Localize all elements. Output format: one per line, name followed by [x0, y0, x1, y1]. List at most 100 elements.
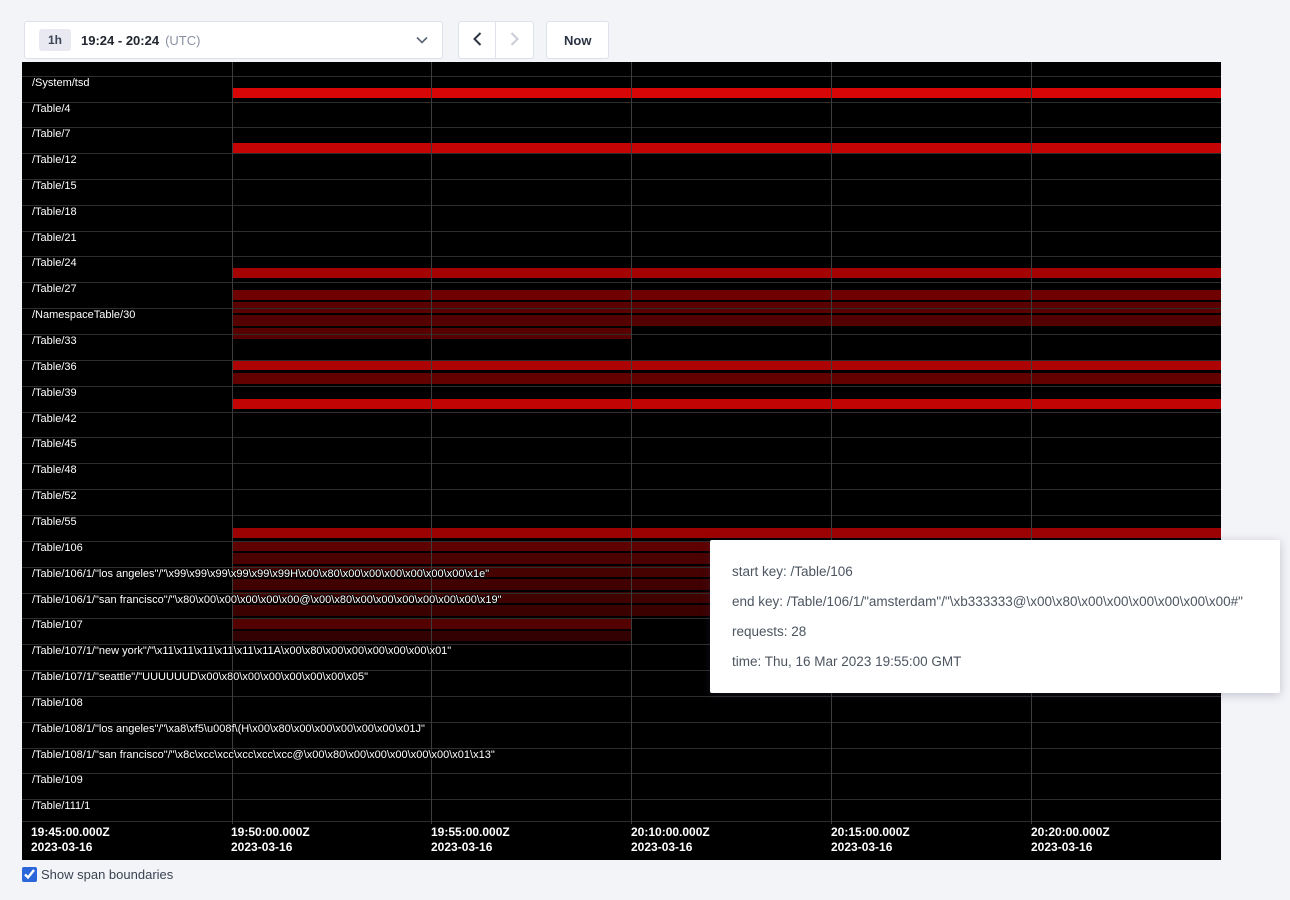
show-span-boundaries-label: Show span boundaries	[41, 867, 173, 882]
axis-time: 20:20:00.000Z	[1031, 825, 1110, 840]
row-label: /Table/18	[32, 206, 77, 218]
row-label: /Table/108	[32, 697, 83, 709]
tooltip-start-key: start key: /Table/106	[732, 563, 1258, 580]
row-label: /Table/15	[32, 180, 77, 192]
span-boundaries-control: Show span boundaries	[22, 867, 173, 882]
time-bucket-gridline	[1031, 62, 1032, 824]
row-label: /Table/107/1/"new york"/"\x11\x11\x11\x1…	[32, 645, 451, 657]
span-boundary-line	[22, 308, 1221, 309]
row-label: /Table/21	[32, 232, 77, 244]
row-label: /Table/4	[32, 103, 71, 115]
span-boundary-line	[22, 282, 1221, 283]
heat-band[interactable]	[232, 373, 1221, 384]
hover-tooltip: start key: /Table/106 end key: /Table/10…	[710, 540, 1280, 693]
row-label: /Table/52	[32, 490, 77, 502]
tooltip-requests: requests: 28	[732, 623, 1258, 640]
span-boundary-line	[22, 231, 1221, 232]
row-label: /Table/107	[32, 619, 83, 631]
row-label: /Table/33	[32, 335, 77, 347]
axis-date: 2023-03-16	[31, 840, 110, 855]
heat-band[interactable]	[232, 528, 1221, 538]
span-boundary-line	[22, 179, 1221, 180]
row-label: /Table/27	[32, 283, 77, 295]
row-label: /Table/7	[32, 128, 71, 140]
heat-band[interactable]	[232, 88, 1221, 98]
time-bucket-gridline	[232, 62, 233, 824]
heatmap-canvas[interactable]: /System/tsd/Table/4/Table/7/Table/12/Tab…	[22, 62, 1221, 860]
span-boundary-line	[22, 386, 1221, 387]
heat-band[interactable]	[232, 290, 1221, 300]
row-label: /System/tsd	[32, 77, 89, 89]
span-boundary-line	[22, 463, 1221, 464]
chevron-left-icon	[473, 32, 482, 49]
span-boundary-line	[22, 489, 1221, 490]
span-boundary-line	[22, 127, 1221, 128]
axis-time: 20:15:00.000Z	[831, 825, 910, 840]
tooltip-time: time: Thu, 16 Mar 2023 19:55:00 GMT	[732, 653, 1258, 670]
row-label: /Table/24	[32, 257, 77, 269]
axis-date: 2023-03-16	[831, 840, 910, 855]
row-label: /Table/48	[32, 464, 77, 476]
heat-band[interactable]	[232, 268, 1221, 278]
time-axis-tick: 20:10:00.000Z2023-03-16	[631, 825, 710, 855]
row-label: /Table/39	[32, 387, 77, 399]
span-boundary-line	[22, 773, 1221, 774]
span-boundary-line	[22, 696, 1221, 697]
axis-date: 2023-03-16	[431, 840, 510, 855]
axis-time: 19:45:00.000Z	[31, 825, 110, 840]
range-timezone: (UTC)	[165, 33, 200, 48]
chevron-right-icon	[510, 32, 519, 49]
time-bucket-gridline	[631, 62, 632, 824]
row-label: /Table/106/1/"san francisco"/"\x80\x00\x…	[32, 594, 502, 606]
time-bucket-gridline	[831, 62, 832, 824]
span-boundary-line	[22, 412, 1221, 413]
span-boundary-line	[22, 102, 1221, 103]
span-boundary-line	[22, 76, 1221, 77]
key-visualizer-page: 1h 19:24 - 20:24 (UTC) Now /System/tsd/T…	[0, 0, 1290, 900]
span-boundary-line	[22, 515, 1221, 516]
heat-band[interactable]	[232, 360, 1221, 370]
span-boundary-line	[22, 256, 1221, 257]
time-axis-tick: 19:55:00.000Z2023-03-16	[431, 825, 510, 855]
span-boundary-line	[22, 205, 1221, 206]
row-label: /Table/12	[32, 154, 77, 166]
next-range-button[interactable]	[496, 21, 534, 59]
span-boundary-line	[22, 153, 1221, 154]
axis-date: 2023-03-16	[631, 840, 710, 855]
time-axis-tick: 19:45:00.000Z2023-03-16	[31, 825, 110, 855]
row-label: /Table/108/1/"los angeles"/"\xa8\xf5\u00…	[32, 723, 425, 735]
time-axis-tick: 20:15:00.000Z2023-03-16	[831, 825, 910, 855]
row-label: /Table/106	[32, 542, 83, 554]
tooltip-end-key: end key: /Table/106/1/"amsterdam"/"\xb33…	[732, 593, 1258, 610]
range-nav-group	[458, 21, 534, 59]
span-boundary-line	[22, 821, 1221, 822]
row-label: /Table/45	[32, 438, 77, 450]
range-text: 19:24 - 20:24	[81, 33, 159, 48]
range-duration-badge: 1h	[39, 29, 71, 51]
row-label: /Table/55	[32, 516, 77, 528]
heat-band[interactable]	[232, 315, 1221, 326]
span-boundary-line	[22, 437, 1221, 438]
axis-time: 20:10:00.000Z	[631, 825, 710, 840]
axis-time: 19:55:00.000Z	[431, 825, 510, 840]
span-boundary-line	[22, 799, 1221, 800]
row-label: /NamespaceTable/30	[32, 309, 135, 321]
row-label: /Table/42	[32, 413, 77, 425]
toolbar: 1h 19:24 - 20:24 (UTC) Now	[24, 21, 609, 59]
show-span-boundaries-checkbox[interactable]	[22, 867, 37, 882]
span-boundary-line	[22, 334, 1221, 335]
row-label: /Table/108/1/"san francisco"/"\x8c\xcc\x…	[32, 749, 495, 761]
prev-range-button[interactable]	[458, 21, 496, 59]
heat-band[interactable]	[232, 143, 1221, 153]
axis-date: 2023-03-16	[231, 840, 310, 855]
time-axis-tick: 20:20:00.000Z2023-03-16	[1031, 825, 1110, 855]
row-label: /Table/106/1/"los angeles"/"\x99\x99\x99…	[32, 568, 489, 580]
time-bucket-gridline	[431, 62, 432, 824]
heat-band[interactable]	[232, 399, 1221, 409]
time-range-selector[interactable]: 1h 19:24 - 20:24 (UTC)	[24, 21, 443, 59]
row-label: /Table/107/1/"seattle"/"UUUUUUD\x00\x80\…	[32, 671, 368, 683]
time-axis-tick: 19:50:00.000Z2023-03-16	[231, 825, 310, 855]
now-button[interactable]: Now	[546, 21, 609, 59]
row-label: /Table/111/1	[32, 800, 90, 812]
row-label: /Table/36	[32, 361, 77, 373]
